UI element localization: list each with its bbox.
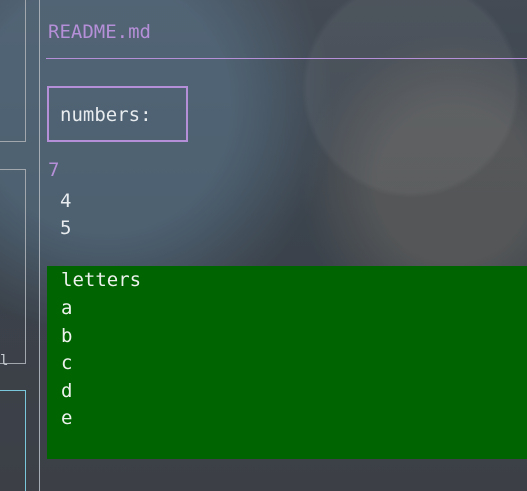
letters-panel — [47, 266, 527, 459]
left-pane-bottom[interactable] — [0, 390, 26, 491]
left-pane-middle[interactable] — [0, 169, 26, 364]
title-divider — [46, 58, 527, 59]
letters-list: a b c d e — [61, 295, 72, 433]
letters-item: e — [61, 407, 73, 429]
letters-item: b — [61, 324, 73, 347]
left-pane-top[interactable] — [0, 0, 26, 142]
numbers-item: 5 — [60, 217, 72, 239]
numbers-list: 4 5 — [60, 188, 71, 242]
numbers-heading: numbers: — [60, 104, 152, 126]
page-title: README.md — [48, 21, 151, 43]
vertical-divider — [39, 0, 40, 491]
numbers-first-value: 7 — [48, 159, 60, 181]
letters-heading: letters — [61, 269, 142, 291]
numbers-item: 4 — [60, 190, 72, 212]
letters-item: d — [61, 379, 73, 402]
letters-item: a — [61, 297, 73, 319]
left-pane-label: l — [0, 353, 9, 369]
letters-item: c — [61, 352, 73, 374]
